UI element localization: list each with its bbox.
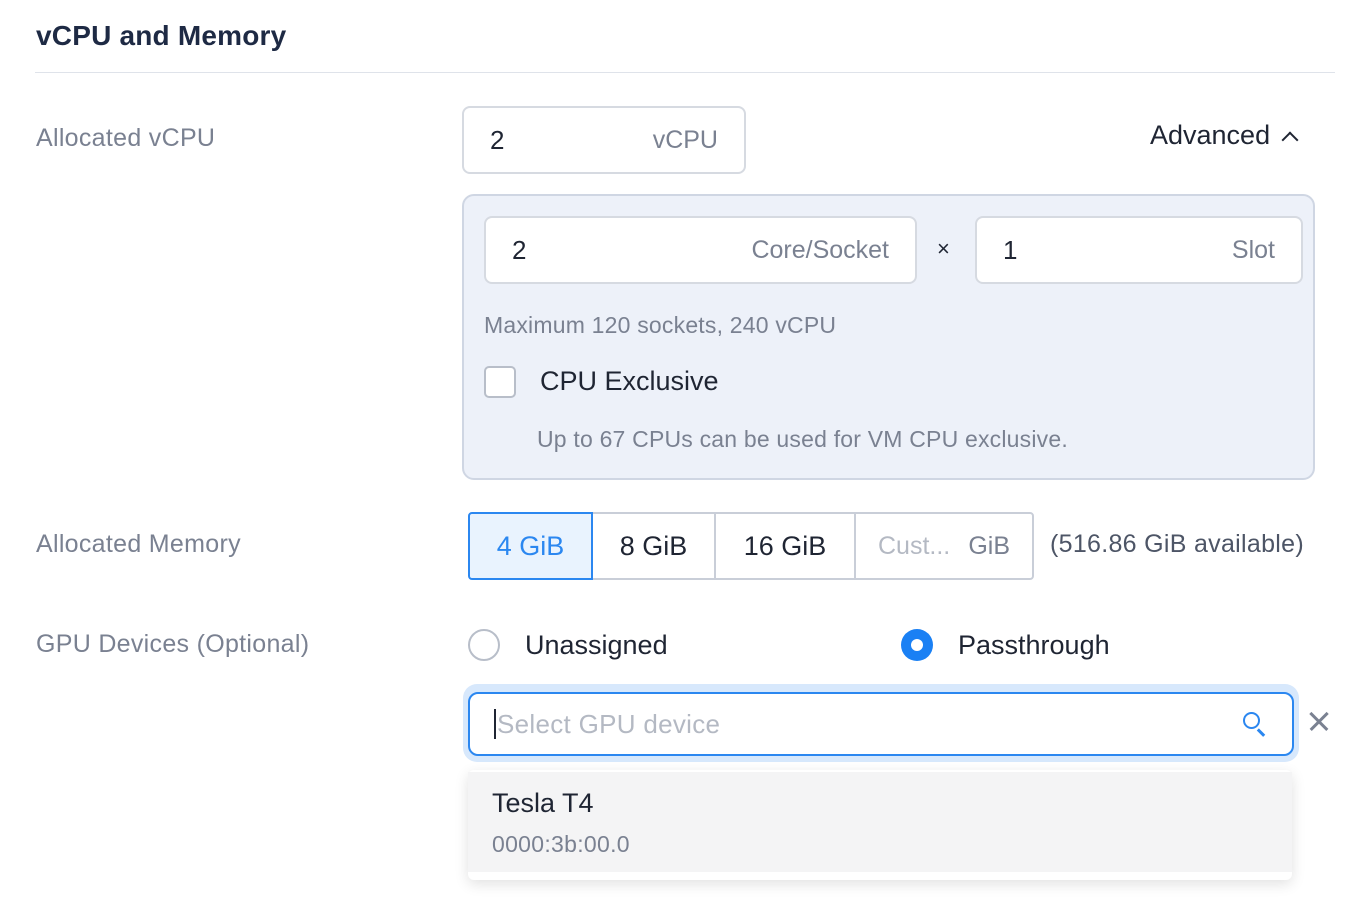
memory-option-16gib[interactable]: 16 GiB <box>714 512 856 580</box>
memory-option-8gib[interactable]: 8 GiB <box>591 512 716 580</box>
cpu-exclusive-label[interactable]: CPU Exclusive <box>540 366 719 397</box>
gpu-device-name: Tesla T4 <box>492 788 594 818</box>
gpu-passthrough-label[interactable]: Passthrough <box>958 630 1110 661</box>
memory-label: Allocated Memory <box>36 530 241 558</box>
memory-custom-input[interactable]: Cust... GiB <box>854 512 1034 580</box>
cores-value: 2 <box>512 234 527 265</box>
section-divider <box>35 72 1335 73</box>
cpu-exclusive-checkbox[interactable] <box>484 366 516 398</box>
multiply-sign: × <box>937 236 950 261</box>
gpu-device-option[interactable]: Tesla T4 0000:3b:00.0 <box>468 772 1292 872</box>
gpu-search-placeholder: Select GPU device <box>497 708 721 739</box>
vcpu-input[interactable]: 2 vCPU <box>462 106 746 174</box>
section-title: vCPU and Memory <box>36 20 287 51</box>
gpu-unassigned-radio[interactable] <box>468 629 500 661</box>
gpu-label: GPU Devices (Optional) <box>36 630 310 658</box>
memory-available: (516.86 GiB available) <box>1050 530 1304 558</box>
gpu-device-search-input[interactable]: Select GPU device <box>468 692 1294 756</box>
advanced-toggle[interactable]: Advanced <box>1150 120 1299 151</box>
slots-unit: Slot <box>1231 235 1275 264</box>
slots-input[interactable]: 1 Slot <box>975 216 1303 284</box>
gpu-passthrough-radio[interactable] <box>901 629 933 661</box>
max-sockets-hint: Maximum 120 sockets, 240 vCPU <box>484 312 837 338</box>
gpu-device-address: 0000:3b:00.0 <box>492 831 630 857</box>
memory-option-4gib[interactable]: 4 GiB <box>468 512 593 580</box>
slots-value: 1 <box>1003 234 1018 265</box>
vcpu-label: Allocated vCPU <box>36 124 216 152</box>
advanced-label: Advanced <box>1150 120 1271 150</box>
cores-per-socket-input[interactable]: 2 Core/Socket <box>484 216 917 284</box>
chevron-up-icon <box>1281 131 1299 148</box>
vcpu-unit: vCPU <box>652 125 718 154</box>
cores-unit: Core/Socket <box>751 235 889 264</box>
close-icon[interactable] <box>1306 708 1332 734</box>
vcpu-value: 2 <box>490 124 505 155</box>
gpu-device-dropdown: Tesla T4 0000:3b:00.0 <box>468 770 1292 880</box>
radio-dot <box>911 639 923 651</box>
memory-custom-placeholder: Cust... <box>878 531 951 560</box>
text-caret <box>494 709 496 739</box>
memory-options: 4 GiB 8 GiB 16 GiB Cust... GiB <box>468 512 1034 580</box>
search-icon[interactable] <box>1242 711 1268 737</box>
memory-custom-unit: GiB <box>968 531 1010 560</box>
gpu-unassigned-label[interactable]: Unassigned <box>525 630 668 661</box>
cpu-exclusive-hint: Up to 67 CPUs can be used for VM CPU exc… <box>537 426 1068 452</box>
